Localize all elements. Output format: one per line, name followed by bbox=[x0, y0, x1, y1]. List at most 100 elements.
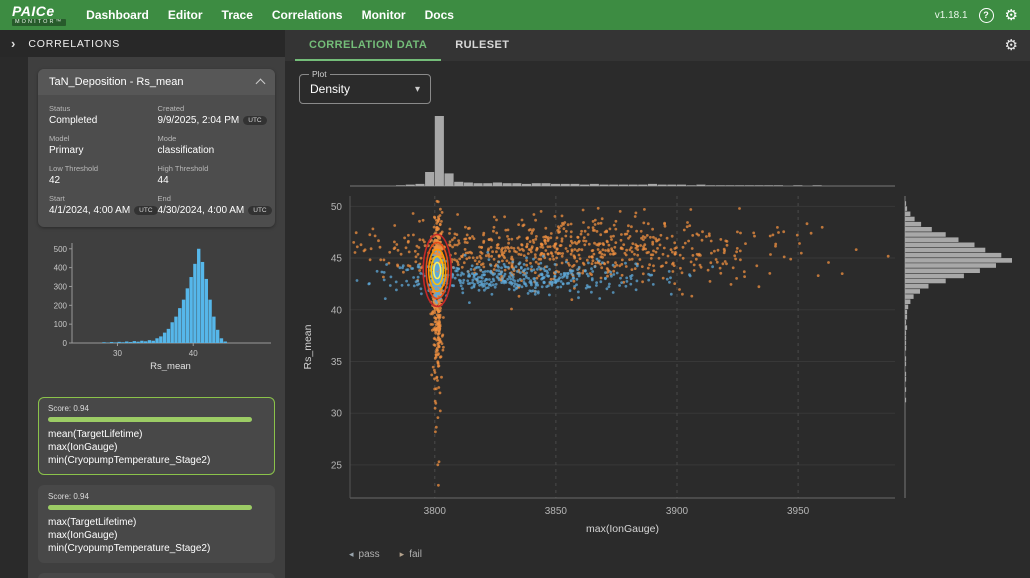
signal-line: max(IonGauge) bbox=[48, 441, 265, 454]
nav-item-correlations[interactable]: Correlations bbox=[272, 8, 343, 22]
nav-item-dashboard[interactable]: Dashboard bbox=[86, 8, 149, 22]
app-logo[interactable]: PAICe MONITOR™ bbox=[12, 4, 66, 27]
score-label: Score: 0.94 bbox=[48, 404, 265, 413]
detail-field-grid: StatusCompletedCreated 9/9/2025, 2:04 PMU… bbox=[38, 95, 275, 227]
svg-text:40: 40 bbox=[189, 349, 198, 358]
logo-text: PAICe bbox=[12, 4, 55, 18]
plot-type-select[interactable]: Plot Density ▾ bbox=[299, 74, 431, 104]
correlations-sidebar: › CORRELATIONS TaN_Deposition - Rs_mean … bbox=[0, 30, 285, 578]
logo-subtext: MONITOR™ bbox=[12, 19, 66, 27]
svg-text:3850: 3850 bbox=[545, 506, 568, 517]
svg-text:25: 25 bbox=[331, 460, 343, 471]
field-label: Created bbox=[158, 104, 272, 113]
signal-line: max(TargetLifetime) bbox=[48, 516, 265, 529]
collapse-chevron-icon[interactable] bbox=[256, 79, 266, 89]
svg-text:40: 40 bbox=[331, 305, 343, 316]
field-label: Status bbox=[49, 104, 158, 113]
svg-text:3900: 3900 bbox=[666, 506, 689, 517]
score-bar bbox=[48, 417, 252, 422]
field-label: End bbox=[158, 194, 272, 203]
field-value: Primary bbox=[49, 145, 158, 156]
sidebar-panel: TaN_Deposition - Rs_mean StatusCompleted… bbox=[28, 57, 285, 578]
version-label: v1.18.1 bbox=[935, 10, 968, 21]
svg-text:500: 500 bbox=[54, 245, 68, 254]
field-model: Model Primary bbox=[49, 134, 158, 156]
sidebar-header: › CORRELATIONS bbox=[0, 30, 285, 57]
app-root: PAICe MONITOR™ Dashboard Editor Trace Corre… bbox=[0, 0, 1030, 578]
settings-gear-icon[interactable]: ⚙ bbox=[1005, 8, 1018, 23]
top-navbar: PAICe MONITOR™ Dashboard Editor Trace Corre… bbox=[0, 0, 1030, 30]
field-label: High Threshold bbox=[158, 164, 272, 173]
density-scatter-svg: 3800385039003950253035404550max(IonGauge… bbox=[295, 108, 1025, 570]
chart-settings-gear-icon[interactable]: ⚙ bbox=[1005, 38, 1018, 53]
score-card-list: Score: 0.94mean(TargetLifetime)max(IonGa… bbox=[38, 397, 275, 578]
field-value: 9/9/2025, 2:04 PMUTC bbox=[158, 115, 272, 126]
main-tabbar: CORRELATION DATARULESET ⚙ bbox=[285, 30, 1030, 61]
nav-item-docs[interactable]: Docs bbox=[425, 8, 454, 22]
svg-text:30: 30 bbox=[113, 349, 122, 358]
svg-text:45: 45 bbox=[331, 254, 343, 265]
field-label: Model bbox=[49, 134, 158, 143]
svg-text:30: 30 bbox=[331, 409, 343, 420]
chart-legend: ◂ pass ▸ fail bbox=[349, 549, 422, 560]
score-label: Score: 0.94 bbox=[48, 492, 265, 501]
legend-label: fail bbox=[409, 549, 422, 560]
legend-marker-icon: ◂ bbox=[349, 550, 354, 559]
dropdown-caret-icon: ▾ bbox=[415, 84, 420, 95]
score-bar bbox=[48, 505, 252, 510]
sidebar-title: CORRELATIONS bbox=[28, 38, 120, 50]
navbar-right: v1.18.1 ? ⚙ bbox=[935, 8, 1018, 23]
plot-select-label: Plot bbox=[309, 69, 330, 79]
utc-badge: UTC bbox=[134, 206, 157, 215]
field-value: classification bbox=[158, 145, 272, 156]
plot-select-value: Density bbox=[310, 82, 350, 96]
content-row: › CORRELATIONS TaN_Deposition - Rs_mean … bbox=[0, 30, 1030, 578]
utc-badge: UTC bbox=[243, 116, 266, 125]
tab-list: CORRELATION DATARULESET bbox=[295, 30, 523, 61]
field-value: 44 bbox=[158, 175, 272, 186]
density-scatter-chart[interactable]: 3800385039003950253035404550max(IonGauge… bbox=[295, 108, 1030, 575]
field-value: 4/30/2024, 4:00 AMUTC bbox=[158, 205, 272, 216]
field-value: 4/1/2024, 4:00 AMUTC bbox=[49, 205, 158, 216]
field-high-threshold: High Threshold 44 bbox=[158, 164, 272, 186]
rs-mean-histogram-svg: 01002003004005003040Rs_mean bbox=[38, 237, 275, 371]
signal-line: min(CryopumpTemperature_Stage2) bbox=[48, 454, 265, 467]
chart-area: Plot Density ▾ 3800385039003950253035404… bbox=[285, 61, 1030, 578]
field-status: StatusCompleted bbox=[49, 104, 158, 126]
svg-text:Rs_mean: Rs_mean bbox=[302, 324, 314, 369]
score-card-3[interactable]: Score: 0.94 bbox=[38, 573, 275, 578]
field-low-threshold: Low Threshold42 bbox=[49, 164, 158, 186]
nav-item-editor[interactable]: Editor bbox=[168, 8, 203, 22]
svg-text:Rs_mean: Rs_mean bbox=[150, 361, 191, 371]
help-icon[interactable]: ? bbox=[979, 8, 994, 23]
sidebar-rail bbox=[0, 57, 28, 578]
sidebar-body: TaN_Deposition - Rs_mean StatusCompleted… bbox=[0, 57, 285, 578]
signal-line: max(IonGauge) bbox=[48, 529, 265, 542]
tab-ruleset[interactable]: RULESET bbox=[441, 30, 523, 61]
correlation-detail-card: TaN_Deposition - Rs_mean StatusCompleted… bbox=[38, 69, 275, 227]
nav-item-trace[interactable]: Trace bbox=[222, 8, 253, 22]
legend-label: pass bbox=[359, 549, 380, 560]
legend-item-fail[interactable]: ▸ fail bbox=[400, 549, 422, 560]
detail-card-title: TaN_Deposition - Rs_mean bbox=[49, 76, 184, 88]
svg-text:400: 400 bbox=[54, 264, 68, 273]
legend-marker-icon: ▸ bbox=[400, 550, 405, 559]
svg-text:35: 35 bbox=[331, 357, 343, 368]
field-value: 42 bbox=[49, 175, 158, 186]
score-card-1[interactable]: Score: 0.94mean(TargetLifetime)max(IonGa… bbox=[38, 397, 275, 475]
sidebar-collapse-icon[interactable]: › bbox=[11, 37, 15, 50]
detail-card-header[interactable]: TaN_Deposition - Rs_mean bbox=[38, 69, 275, 95]
main-nav: Dashboard Editor Trace Correlations Monitor D… bbox=[86, 8, 473, 22]
utc-badge: UTC bbox=[248, 206, 271, 215]
svg-text:0: 0 bbox=[63, 339, 68, 348]
svg-text:3950: 3950 bbox=[787, 506, 810, 517]
svg-text:200: 200 bbox=[54, 301, 68, 310]
legend-item-pass[interactable]: ◂ pass bbox=[349, 549, 380, 560]
svg-text:300: 300 bbox=[54, 282, 68, 291]
score-card-2[interactable]: Score: 0.94 max(TargetLifetime)max(IonGau… bbox=[38, 485, 275, 563]
rs-mean-histogram[interactable]: 01002003004005003040Rs_mean bbox=[38, 237, 275, 387]
tab-correlation-data[interactable]: CORRELATION DATA bbox=[295, 30, 441, 61]
nav-item-monitor[interactable]: Monitor bbox=[362, 8, 406, 22]
field-start: Start4/1/2024, 4:00 AMUTC bbox=[49, 194, 158, 216]
svg-text:max(IonGauge): max(IonGauge) bbox=[586, 523, 659, 535]
